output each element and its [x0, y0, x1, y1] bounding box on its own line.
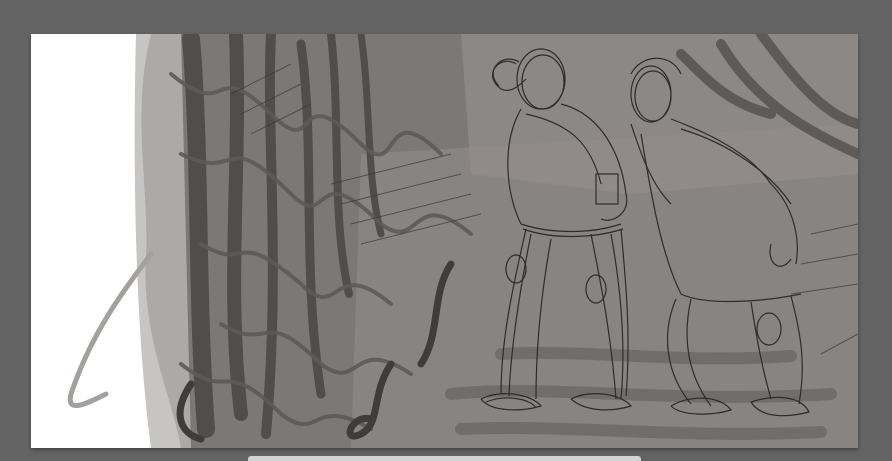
drawing-canvas[interactable] — [31, 34, 858, 448]
workspace-background — [0, 0, 892, 461]
horizontal-scrollbar-thumb[interactable] — [248, 456, 641, 461]
sketch-artwork — [31, 34, 858, 448]
